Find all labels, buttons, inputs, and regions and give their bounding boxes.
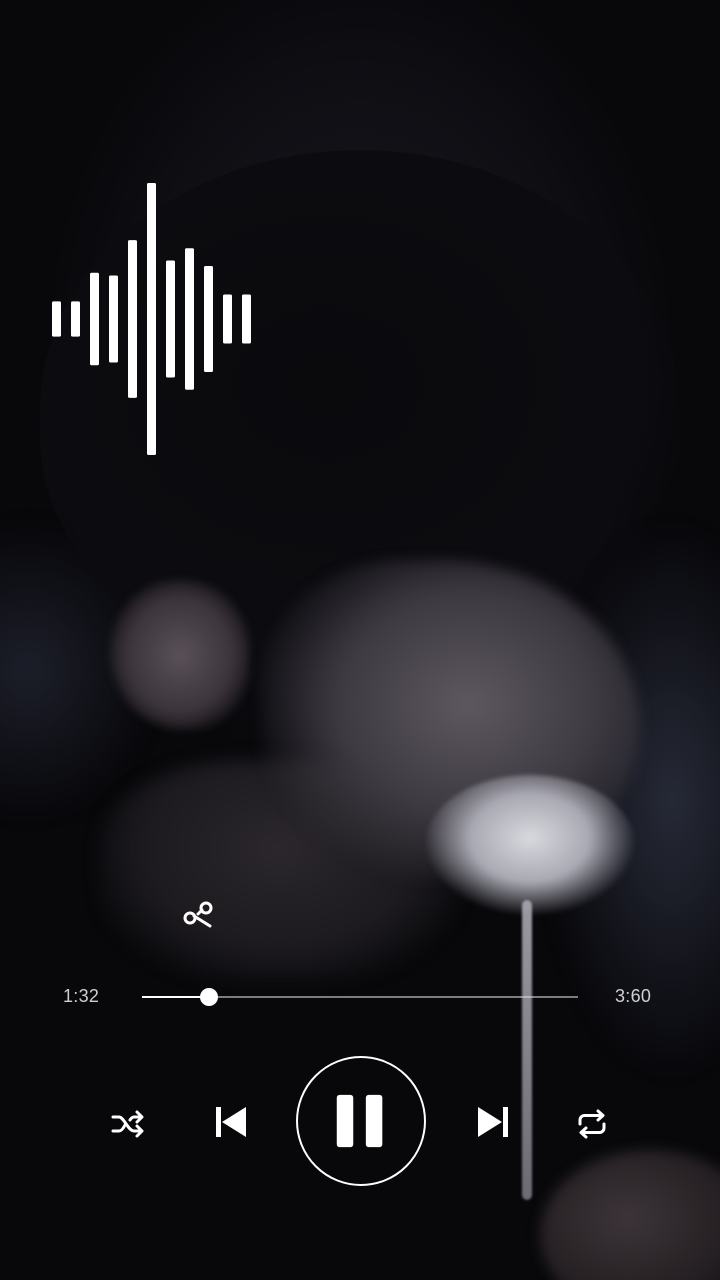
waveform-bar <box>52 301 61 337</box>
scissors-icon <box>183 901 213 928</box>
repeat-button[interactable] <box>572 1104 612 1144</box>
skip-next-icon <box>478 1107 508 1137</box>
waveform-bar <box>166 260 175 378</box>
progress-handle[interactable] <box>200 988 219 1006</box>
progress-bar[interactable] <box>142 988 578 1006</box>
waveform-bar <box>185 248 194 390</box>
waveform-bar <box>242 294 251 344</box>
waveform-bar <box>128 240 137 398</box>
pause-button[interactable] <box>296 1056 426 1186</box>
music-player-screen: 1:32 3:60 <box>0 0 720 1280</box>
skip-previous-icon <box>216 1107 246 1137</box>
current-time-label: 1:32 <box>63 986 100 1006</box>
audio-waveform-icon <box>52 183 251 455</box>
waveform-bar <box>147 183 156 455</box>
shuffle-button[interactable] <box>108 1104 148 1144</box>
waveform-bar <box>71 301 80 337</box>
waveform-bar <box>223 294 232 344</box>
pause-icon <box>336 1094 383 1148</box>
waveform-bar <box>204 265 213 373</box>
waveform-bar <box>90 272 99 366</box>
next-track-button[interactable] <box>470 1102 514 1142</box>
shuffle-icon <box>111 1110 144 1138</box>
previous-track-button[interactable] <box>210 1102 254 1142</box>
waveform-bar <box>109 275 118 363</box>
progress-fill <box>142 996 210 998</box>
repeat-icon <box>578 1109 606 1139</box>
total-time-label: 3:60 <box>615 986 652 1006</box>
